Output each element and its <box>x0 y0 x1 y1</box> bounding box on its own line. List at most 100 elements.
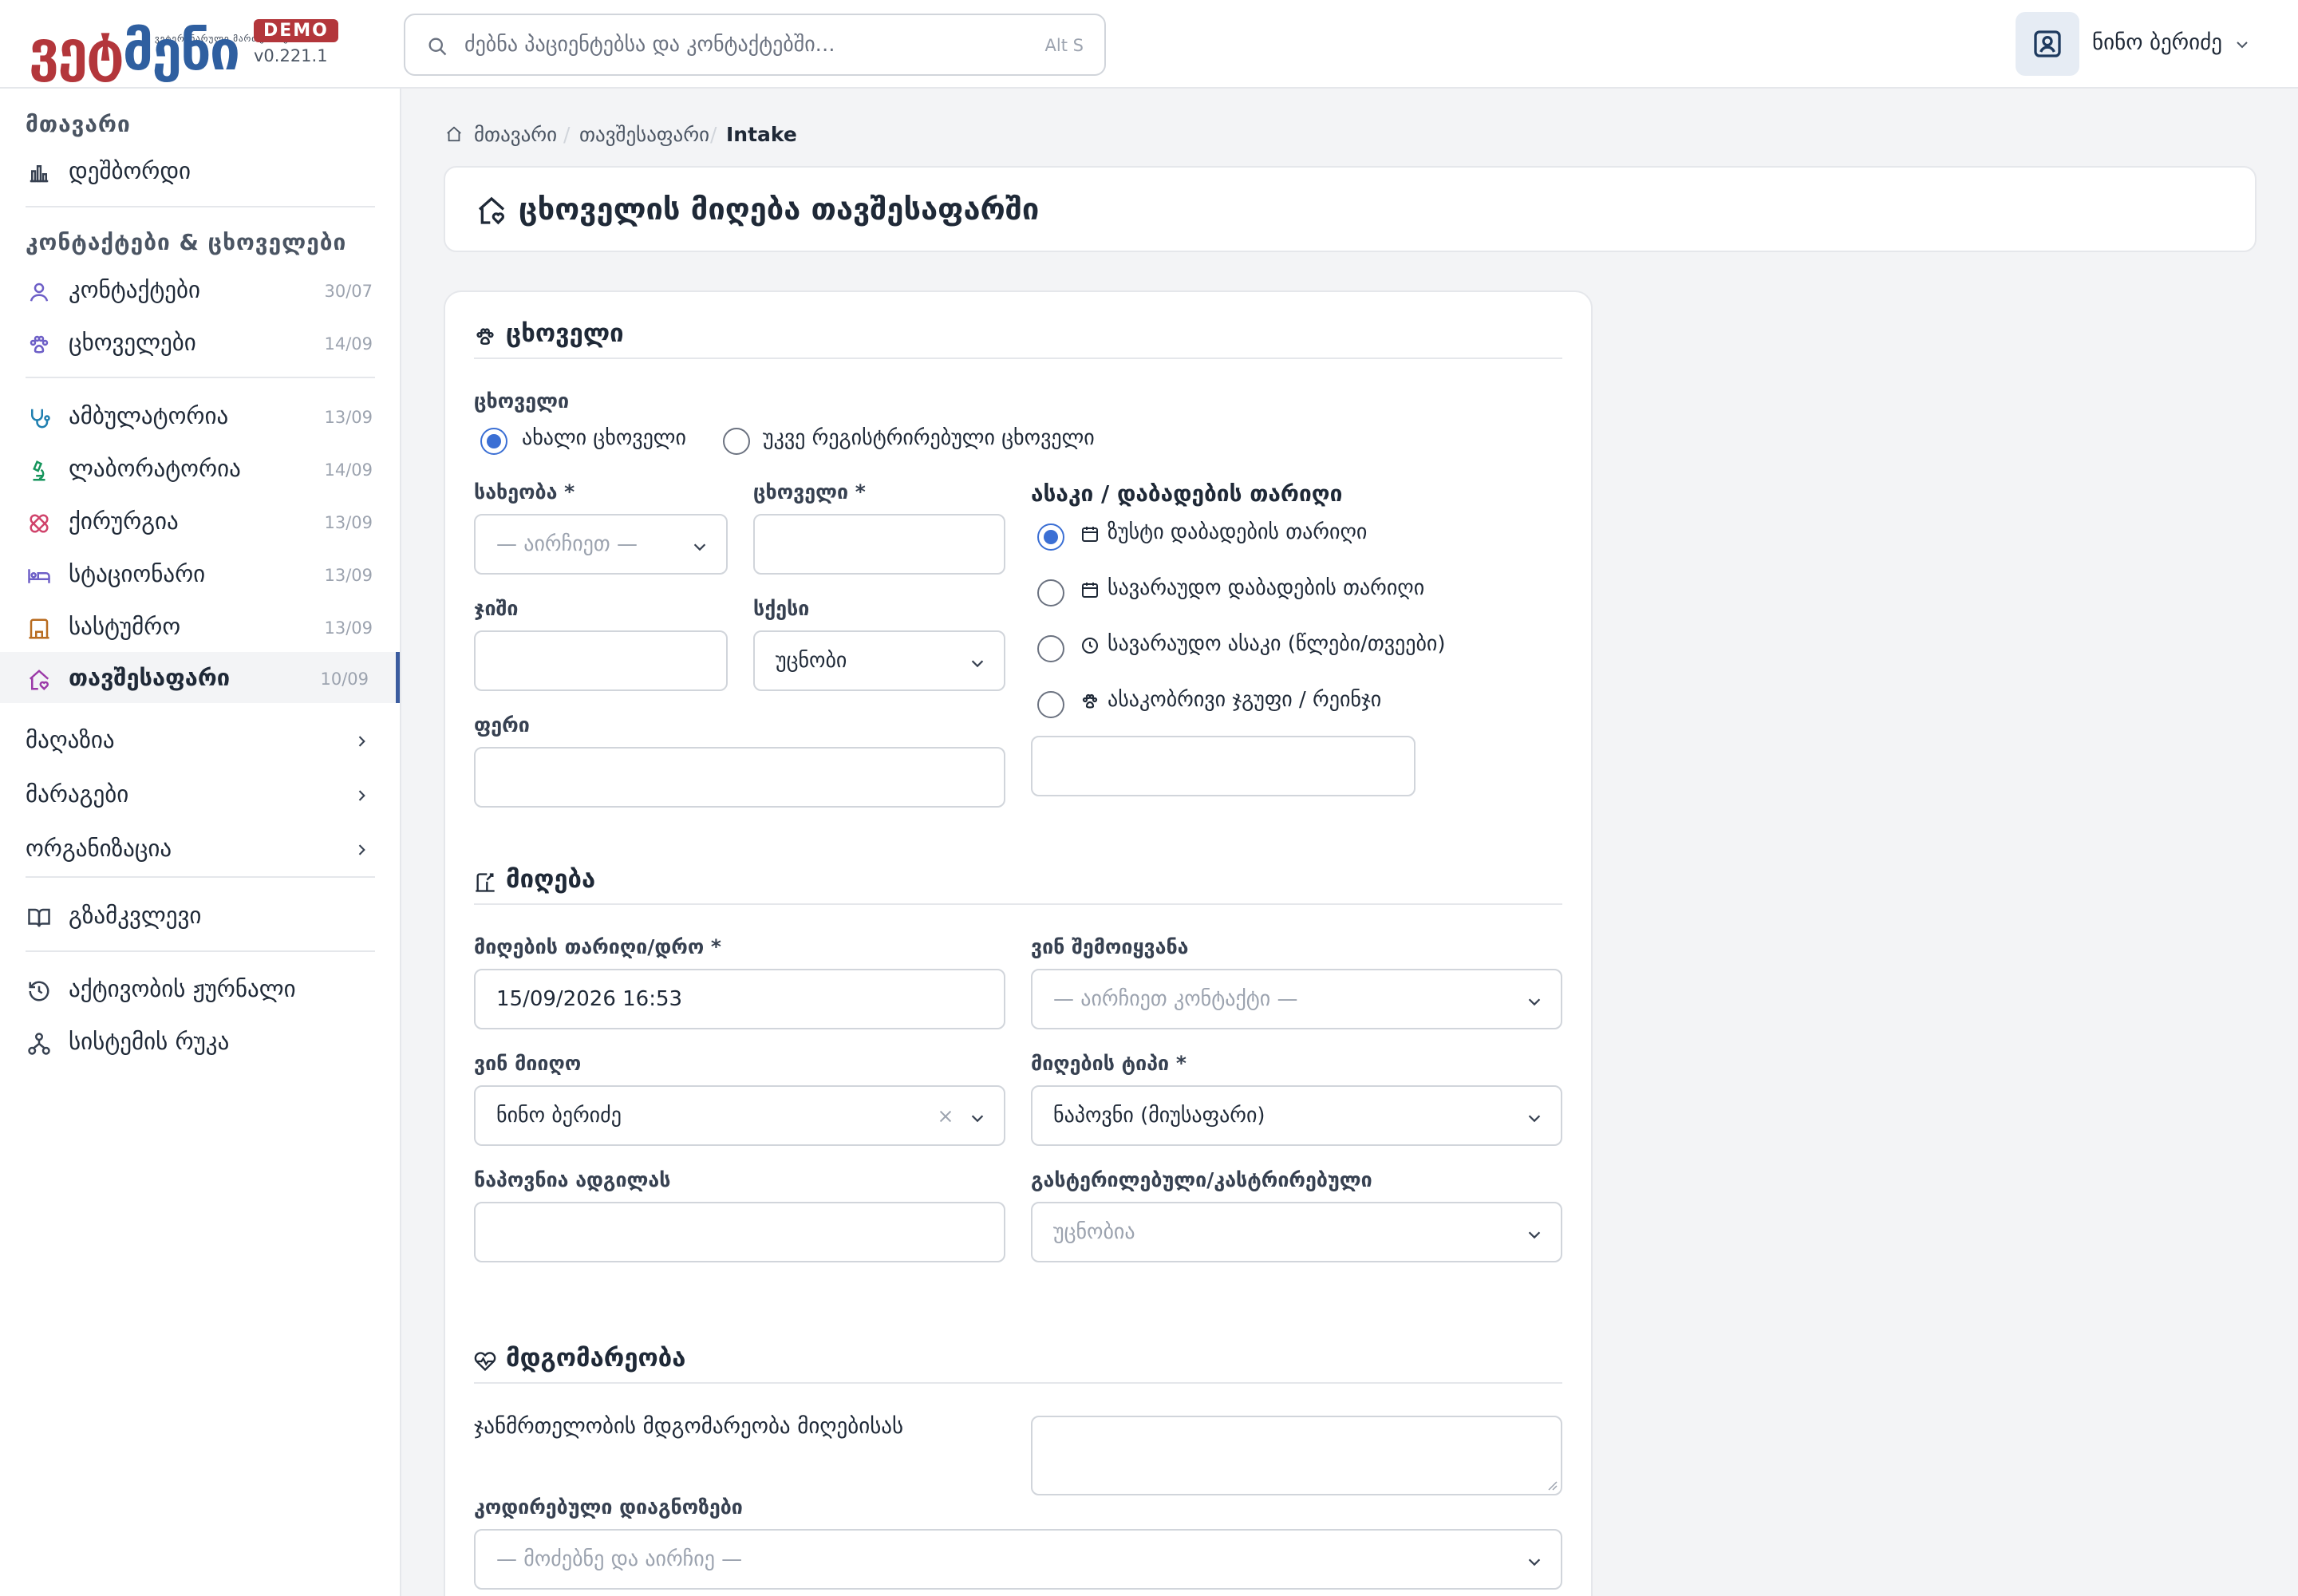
sidebar-item-animals[interactable]: ცხოველები 14/09 <box>0 317 400 368</box>
sidebar-item-outpatient[interactable]: ამბულატორია 13/09 <box>0 390 400 441</box>
chevron-right-icon <box>353 788 369 804</box>
sidebar-item-inpatient[interactable]: სტაციონარი 13/09 <box>0 548 400 599</box>
sidebar-item-label: ლაბორატორია <box>69 455 241 482</box>
sidebar-item-label: სასტუმრო <box>69 613 181 640</box>
breadcrumb-shelter[interactable]: თავშესაფარი <box>579 123 709 146</box>
sidebar-item-label: მარაგები <box>26 780 129 808</box>
intake-date-value: 15/09/2026 16:53 <box>496 987 683 1011</box>
health-status-textarea[interactable] <box>1031 1416 1562 1495</box>
animal-name-input[interactable] <box>753 514 1005 575</box>
breed-input[interactable] <box>474 630 728 691</box>
sex-select[interactable]: უცნობი <box>753 630 1005 691</box>
home-icon[interactable] <box>445 125 463 143</box>
radio-existing-animal-label[interactable]: უკვე რეგისტრირებული ცხოველი <box>763 426 1095 450</box>
health-status-label: ჯანმრთელობის მდგომარეობა მიღებისას <box>474 1414 904 1439</box>
sidebar-item-label: სისტემის რუკა <box>69 1028 230 1055</box>
radio-age-approx-age[interactable] <box>1037 635 1064 662</box>
received-by-value: ნინო ბერიძე <box>496 1104 622 1128</box>
radio-new-animal-label[interactable]: ახალი ცხოველი <box>522 426 686 450</box>
sidebar-item-hotel[interactable]: სასტუმრო 13/09 <box>0 601 400 652</box>
breadcrumb-home[interactable]: მთავარი <box>474 123 557 146</box>
sidebar-item-surgery[interactable]: ქირურგია 13/09 <box>0 496 400 547</box>
intake-date-input[interactable]: 15/09/2026 16:53 <box>474 969 1005 1029</box>
sidebar-item-organization[interactable]: ორგანიზაცია <box>0 823 400 874</box>
page-title: ცხოველის მიღება თავშესაფარში <box>519 192 1040 227</box>
search-input[interactable]: ძებნა პაციენტებსა და კონტაქტებში... Alt … <box>404 14 1106 76</box>
sidebar-item-label: თავშესაფარი <box>69 664 231 691</box>
diagnoses-select[interactable]: — მოძებნე და აირჩიე — <box>474 1529 1562 1590</box>
radio-age-group[interactable] <box>1037 691 1064 718</box>
microscope-icon <box>27 459 51 483</box>
page-header: ცხოველის მიღება თავშესაფარში <box>444 166 2257 252</box>
resize-handle-icon[interactable] <box>1545 1478 1558 1491</box>
bed-icon <box>27 564 51 588</box>
sidebar-item-count: 10/09 <box>320 670 369 689</box>
sidebar-divider <box>26 206 375 207</box>
found-place-input[interactable] <box>474 1202 1005 1262</box>
sidebar-divider <box>26 950 375 952</box>
breed-label: ჯიში <box>474 597 519 620</box>
sterilized-select[interactable]: უცნობია <box>1031 1202 1562 1262</box>
sterilized-value: უცნობია <box>1053 1220 1135 1244</box>
radio-age-exact-label[interactable]: ზუსტი დაბადების თარიღი <box>1108 520 1367 544</box>
sidebar-item-inventory[interactable]: მარაგები <box>0 768 400 820</box>
sidebar-item-count: 30/07 <box>324 282 373 301</box>
sitemap-icon <box>27 1032 51 1056</box>
sidebar-divider <box>26 876 375 878</box>
section-title: მიღება <box>506 865 596 894</box>
sidebar-item-guide[interactable]: გზამკვლევი <box>0 890 400 941</box>
top-bar: ვეტერინარული მართვისთვის ვეტმენი DEMO v0… <box>0 0 2298 89</box>
intake-type-select[interactable]: ნაპოვნი (მიუსაფარი) <box>1031 1085 1562 1146</box>
birth-date-input[interactable] <box>1031 736 1416 796</box>
section-condition-header: მდგომარეობა <box>474 1344 1562 1384</box>
sidebar-item-shop[interactable]: მაღაზია <box>0 714 400 765</box>
calendar-icon <box>1080 524 1100 543</box>
sidebar-section-main: მთავარი <box>26 111 131 137</box>
species-placeholder: — აირჩიეთ — <box>496 532 638 556</box>
radio-age-group-label[interactable]: ასაკობრივი ჯგუფი / რეინჯი <box>1108 688 1381 712</box>
chevron-down-icon <box>1526 1226 1543 1243</box>
sidebar-item-count: 13/09 <box>324 618 373 638</box>
user-name[interactable]: ნინო ბერიძე <box>2092 30 2222 55</box>
species-label: სახეობა * <box>474 480 575 504</box>
sterilized-label: გასტერილებული/კასტრირებული <box>1031 1168 1372 1191</box>
radio-existing-animal[interactable] <box>723 428 750 455</box>
received-by-label: ვინ მიიღო <box>474 1052 582 1075</box>
sidebar-item-contacts[interactable]: კონტაქტები 30/07 <box>0 264 400 315</box>
search-icon <box>426 35 448 57</box>
sidebar-divider <box>26 377 375 378</box>
sidebar-item-dashboard[interactable]: დეშბორდი <box>0 145 400 196</box>
color-input[interactable] <box>474 747 1005 808</box>
brought-by-select[interactable]: — აირჩიეთ კონტაქტი — <box>1031 969 1562 1029</box>
paw-icon <box>27 333 51 357</box>
sidebar-item-shelter[interactable]: თავშესაფარი 10/09 <box>0 652 400 703</box>
sidebar-item-activity-log[interactable]: აქტივობის ჟურნალი <box>0 963 400 1014</box>
sidebar-item-label: სტაციონარი <box>69 560 206 587</box>
user-avatar-button[interactable] <box>2016 12 2079 76</box>
breadcrumb-current: Intake <box>726 123 797 146</box>
sidebar-item-label: მაღაზია <box>26 726 115 753</box>
species-select[interactable]: — აირჩიეთ — <box>474 514 728 575</box>
bar-chart-icon <box>27 161 51 185</box>
sidebar-item-laboratory[interactable]: ლაბორატორია 14/09 <box>0 443 400 494</box>
app-version: v0.221.1 <box>254 46 328 65</box>
sidebar-item-count: 13/09 <box>324 566 373 585</box>
received-by-select[interactable]: ნინო ბერიძე <box>474 1085 1005 1146</box>
chevron-down-icon <box>1526 1109 1543 1127</box>
intake-type-value: ნაპოვნი (მიუსაფარი) <box>1053 1104 1265 1128</box>
radio-age-approx-date[interactable] <box>1037 579 1064 606</box>
stethoscope-icon <box>27 406 51 430</box>
sidebar-item-system-map[interactable]: სისტემის რუკა <box>0 1016 400 1067</box>
breadcrumb-separator: / <box>710 123 717 146</box>
sidebar-item-count: 14/09 <box>324 460 373 480</box>
chevron-down-icon <box>691 538 709 555</box>
sidebar-item-label: ქირურგია <box>69 508 179 535</box>
radio-age-exact[interactable] <box>1037 523 1064 551</box>
chevron-down-icon <box>969 1109 986 1127</box>
chevron-down-icon[interactable] <box>2233 35 2252 54</box>
clear-icon[interactable] <box>937 1108 954 1125</box>
radio-new-animal[interactable] <box>480 428 507 455</box>
radio-age-approx-date-label[interactable]: სავარაუდო დაბადების თარიღი <box>1108 576 1424 600</box>
radio-age-approx-age-label[interactable]: სავარაუდო ასაკი (წლები/თვეები) <box>1108 632 1446 656</box>
home-heart-icon <box>476 195 507 227</box>
